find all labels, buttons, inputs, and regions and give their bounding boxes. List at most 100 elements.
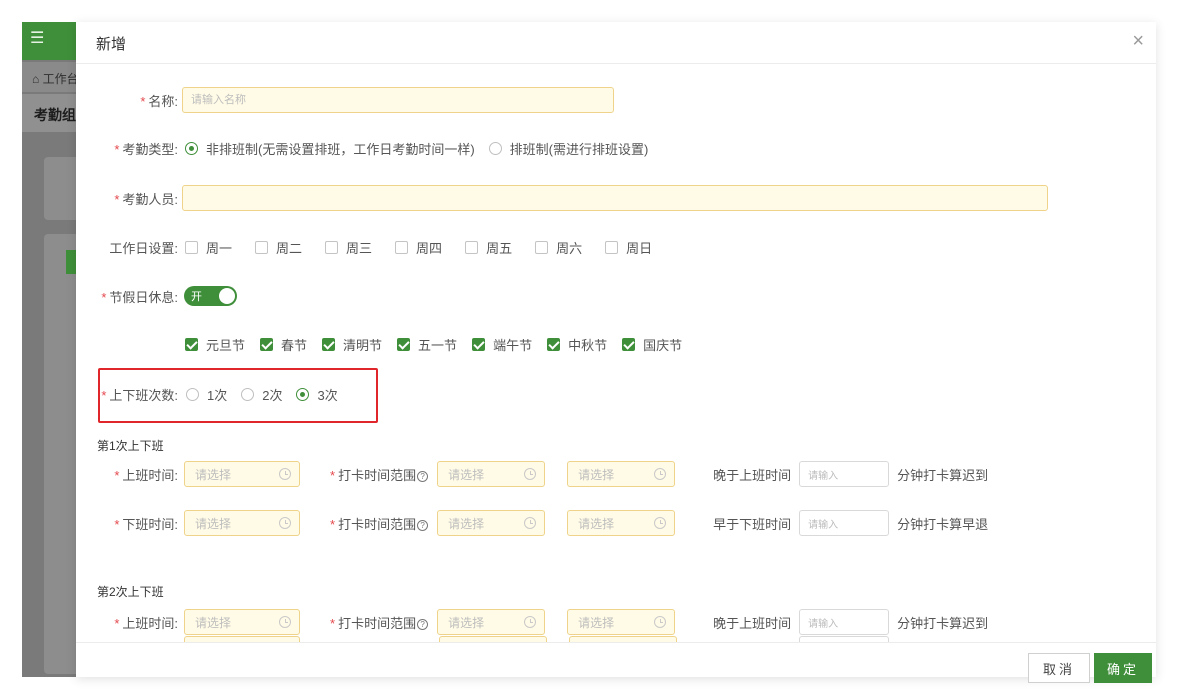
times-row: * 上下班次数: 1次 2次 3次 xyxy=(76,385,352,404)
cancel-button[interactable]: 取消 xyxy=(1028,653,1090,683)
checkbox-icon xyxy=(395,241,409,254)
off-time-label: * 下班时间: xyxy=(114,516,178,532)
radio-icon xyxy=(241,388,255,401)
members-row: * 考勤人员: xyxy=(76,185,1048,211)
holiday-checkbox[interactable]: 元旦节 xyxy=(185,335,245,354)
name-input[interactable] xyxy=(182,87,614,113)
shift-1-off-row: * 下班时间: 请选择 * 打卡时间范围? 请选择 请选择 早于下班时间 请输入 分… xyxy=(76,510,988,536)
times-radio-2[interactable]: 2次 xyxy=(241,385,282,404)
holiday-checkbox[interactable]: 五一节 xyxy=(397,335,457,354)
shift-1-on-row: * 上班时间: 请选择 * 打卡时间范围? 请选择 请选择 晚于上班时间 请输入 分… xyxy=(76,461,988,487)
add-dialog: 新增 × *名称: *考勤类型: 非排班制(无需设置排班，工作日考勤时间一样) … xyxy=(76,22,1156,683)
clock-icon xyxy=(654,616,667,628)
holidays-row: 元旦节 春节 清明节 五一节 端午节 中秋节 国庆节 xyxy=(185,335,697,354)
menu-icon[interactable]: ☰ xyxy=(30,28,44,48)
breadcrumb: ⌂ 工作台 xyxy=(22,62,76,92)
help-icon[interactable]: ? xyxy=(417,470,429,482)
early-minutes-input[interactable]: 请输入 xyxy=(799,510,890,536)
shift-2-title: 第2次上下班 xyxy=(97,585,164,599)
workday-checkbox[interactable]: 周三 xyxy=(325,238,372,257)
radio-icon xyxy=(488,142,502,155)
range-end-picker[interactable]: 请选择 xyxy=(567,510,676,536)
off-time-picker[interactable]: 请选择 xyxy=(184,510,300,536)
clock-icon xyxy=(524,616,537,628)
checkbox-checked-icon xyxy=(185,338,198,351)
clock-icon xyxy=(279,616,291,628)
workday-checkbox[interactable]: 周日 xyxy=(605,238,652,257)
holiday-checkbox[interactable]: 国庆节 xyxy=(622,335,682,354)
name-label: * 名称: xyxy=(140,93,178,109)
range-start-picker[interactable]: 请选择 xyxy=(437,609,546,635)
holiday-rest-label: * 节假日休息: xyxy=(101,289,178,305)
checkbox-checked-icon xyxy=(397,338,411,351)
on-time-picker[interactable]: 请选择 xyxy=(184,609,300,635)
dialog-footer: 取消 确定 xyxy=(76,642,1156,683)
range-end-picker[interactable]: 请选择 xyxy=(567,609,676,635)
on-time-label: * 上班时间: xyxy=(114,467,178,483)
checkbox-icon xyxy=(185,241,198,254)
late-prefix: 晚于上班时间 xyxy=(713,615,792,631)
times-label: * 上下班次数: xyxy=(101,388,178,403)
switch-knob xyxy=(219,288,235,304)
help-icon[interactable]: ? xyxy=(417,618,429,630)
holiday-checkbox[interactable]: 春节 xyxy=(260,335,307,354)
workday-checkbox[interactable]: 周五 xyxy=(465,238,512,257)
workday-checkbox[interactable]: 周二 xyxy=(255,238,302,257)
late-minutes-input[interactable]: 请输入 xyxy=(799,461,890,487)
range-label: * 打卡时间范围? xyxy=(330,514,429,533)
shift-1-title: 第1次上下班 xyxy=(97,439,164,453)
type-radio-non-shift[interactable]: 非排班制(无需设置排班，工作日考勤时间一样) xyxy=(185,139,475,158)
checkbox-checked-icon xyxy=(322,338,336,351)
checkbox-icon xyxy=(255,241,269,254)
on-time-label: * 上班时间: xyxy=(114,615,178,631)
radio-checked-icon xyxy=(296,388,310,401)
range-start-picker[interactable]: 请选择 xyxy=(437,461,546,487)
holiday-checkbox[interactable]: 清明节 xyxy=(322,335,382,354)
checkbox-checked-icon xyxy=(260,338,274,351)
checkbox-checked-icon xyxy=(547,338,561,351)
checkbox-icon xyxy=(465,241,479,254)
checkbox-checked-icon xyxy=(622,338,636,351)
workday-checkbox[interactable]: 周一 xyxy=(185,238,232,257)
late-suffix: 分钟打卡算迟到 xyxy=(897,467,989,483)
late-minutes-input[interactable]: 请输入 xyxy=(799,609,890,635)
checkbox-icon xyxy=(325,241,339,254)
radio-checked-icon xyxy=(185,142,198,155)
members-label: * 考勤人员: xyxy=(114,191,178,207)
close-icon[interactable]: × xyxy=(1132,30,1144,53)
checkbox-icon xyxy=(605,241,619,254)
workday-checkbox[interactable]: 周六 xyxy=(535,238,582,257)
name-row: * 名称: xyxy=(76,87,614,113)
range-end-picker[interactable]: 请选择 xyxy=(567,461,676,487)
late-suffix: 分钟打卡算迟到 xyxy=(897,615,989,631)
workday-checkbox[interactable]: 周四 xyxy=(395,238,442,257)
clock-icon xyxy=(524,517,537,529)
times-radio-3[interactable]: 3次 xyxy=(296,385,338,404)
holiday-checkbox[interactable]: 端午节 xyxy=(472,335,532,354)
early-suffix: 分钟打卡算早退 xyxy=(897,516,989,532)
times-radio-1[interactable]: 1次 xyxy=(186,385,227,404)
type-radio-shift[interactable]: 排班制(需进行排班设置) xyxy=(488,139,648,158)
late-prefix: 晚于上班时间 xyxy=(713,467,792,483)
dialog-title: 新增 xyxy=(96,36,127,53)
range-start-picker[interactable]: 请选择 xyxy=(437,510,546,536)
help-icon[interactable]: ? xyxy=(417,519,429,531)
clock-icon xyxy=(654,517,667,529)
clock-icon xyxy=(524,468,537,480)
clock-icon xyxy=(279,517,291,529)
confirm-button[interactable]: 确定 xyxy=(1094,653,1152,683)
clock-icon xyxy=(654,468,667,480)
holiday-checkbox[interactable]: 中秋节 xyxy=(547,335,607,354)
holiday-rest-switch[interactable]: 开 xyxy=(184,286,237,306)
dialog-header: 新增 × xyxy=(76,22,1156,64)
type-row: * 考勤类型: 非排班制(无需设置排班，工作日考勤时间一样) 排班制(需进行排班设… xyxy=(76,139,662,158)
workdays-row: 工作日设置: 周一 周二 周三 周四 周五 周六 周日 xyxy=(76,238,675,257)
shift-2-on-row: * 上班时间: 请选择 * 打卡时间范围? 请选择 请选择 晚于上班时间 请输入 分… xyxy=(76,609,988,635)
workdays-label: 工作日设置: xyxy=(109,241,178,256)
radio-icon xyxy=(186,388,199,401)
on-time-picker[interactable]: 请选择 xyxy=(184,461,300,487)
holiday-rest-row: * 节假日休息: 开 xyxy=(76,286,237,306)
members-input[interactable] xyxy=(182,185,1048,211)
range-label: * 打卡时间范围? xyxy=(330,465,429,484)
checkbox-checked-icon xyxy=(472,338,486,351)
